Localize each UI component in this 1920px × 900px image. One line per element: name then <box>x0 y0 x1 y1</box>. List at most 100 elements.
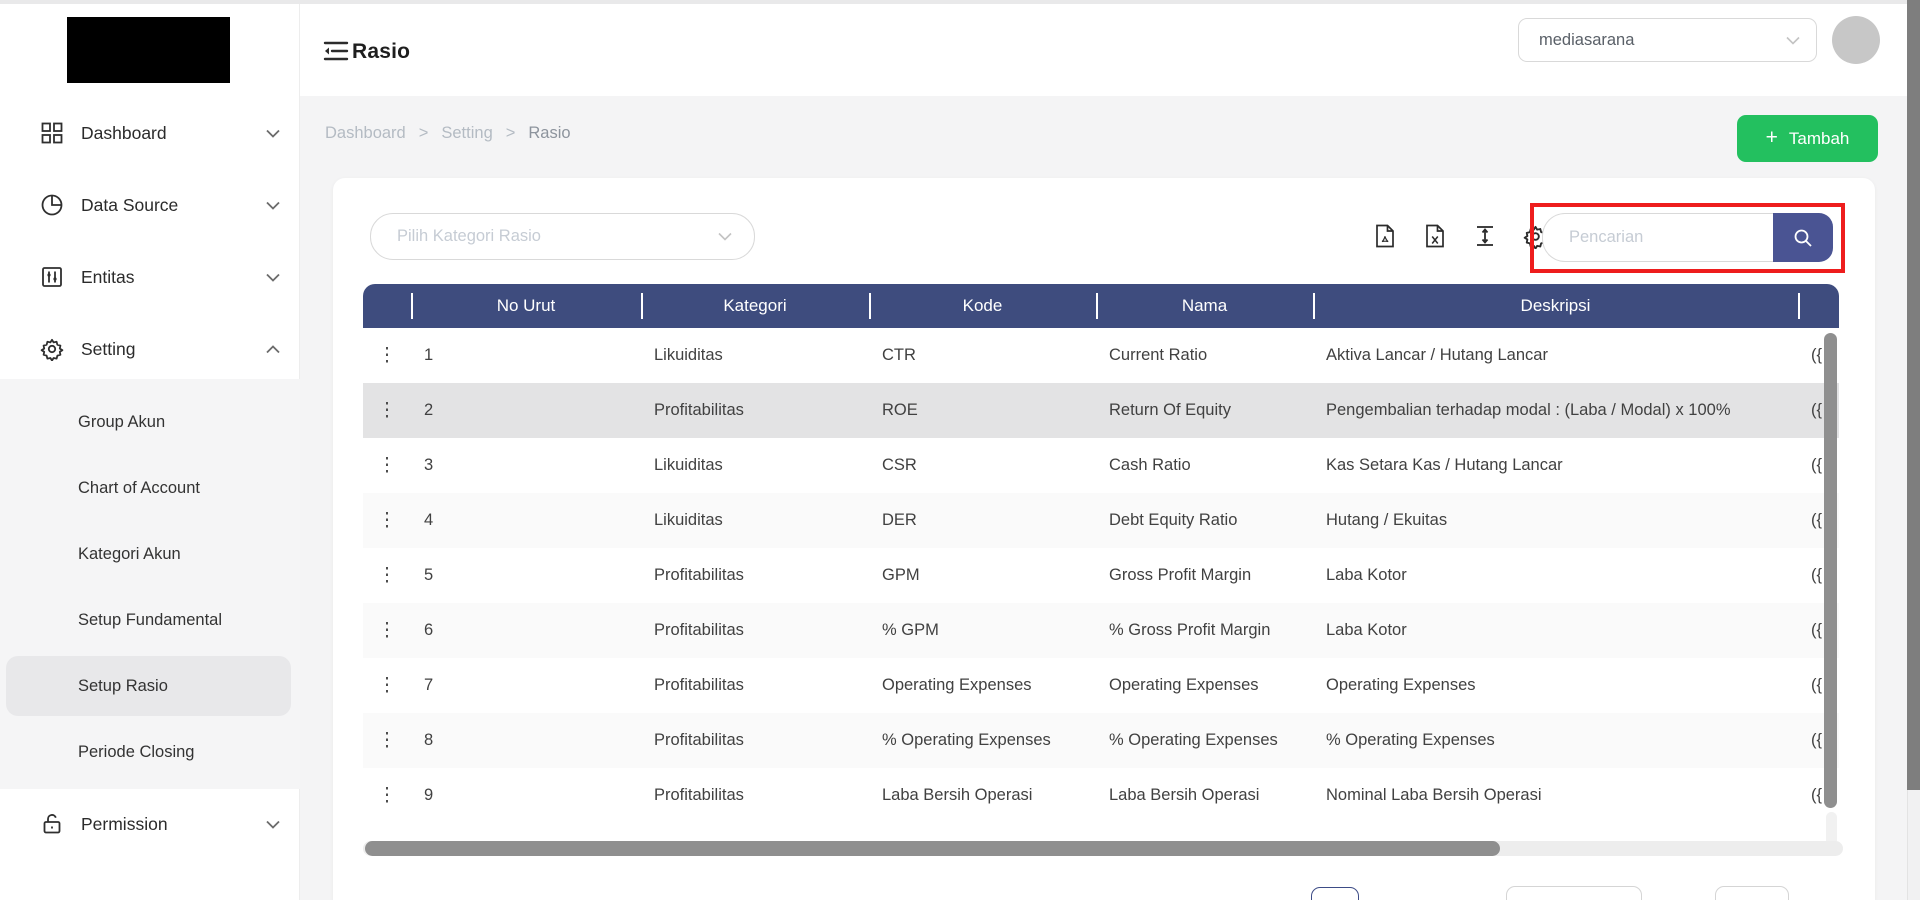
cell-nama: Laba Bersih Operasi <box>1096 768 1313 823</box>
sidebar-subitem-setup-fundamental[interactable]: Setup Fundamental <box>0 587 300 653</box>
sidebar-item-setting[interactable]: Setting <box>0 313 300 385</box>
cell-no-urut: 2 <box>411 383 641 438</box>
export-excel-icon[interactable] <box>1422 222 1448 250</box>
row-actions-kebab-icon[interactable]: ⋮ <box>372 397 403 424</box>
sidebar-item-label: Permission <box>81 814 266 835</box>
row-actions-kebab-icon[interactable]: ⋮ <box>372 507 403 534</box>
sidebar-subitem-group-akun[interactable]: Group Akun <box>0 389 300 455</box>
column-header-no-urut: No Urut <box>411 284 641 328</box>
table-header: No Urut Kategori Kode Nama Deskripsi <box>363 284 1839 328</box>
table-row[interactable]: ⋮ 8 Profitabilitas % Operating Expenses … <box>363 713 1839 768</box>
search-button[interactable] <box>1773 213 1833 262</box>
table-vertical-scrollbar[interactable] <box>1824 333 1837 808</box>
breadcrumb-current: Rasio <box>528 124 570 143</box>
table-row[interactable]: ⋮ 6 Profitabilitas % GPM % Gross Profit … <box>363 603 1839 658</box>
sidebar-subitem-kategori-akun[interactable]: Kategori Akun <box>0 521 300 587</box>
cell-nama: Debt Equity Ratio <box>1096 493 1313 548</box>
pagination-jump-box[interactable] <box>1715 886 1789 900</box>
sidebar-item-data-source[interactable]: Data Source <box>0 169 300 241</box>
cell-no-urut: 3 <box>411 438 641 493</box>
export-pdf-icon[interactable] <box>1372 222 1398 250</box>
column-header-kategori: Kategori <box>641 284 869 328</box>
table-row[interactable]: ⋮ 3 Likuiditas CSR Cash Ratio Kas Setara… <box>363 438 1839 493</box>
cell-kategori: Likuiditas <box>641 328 869 383</box>
cell-deskripsi: Laba Kotor <box>1313 548 1798 603</box>
cell-kategori: Profitabilitas <box>641 768 869 823</box>
sidebar-subitem-setup-rasio[interactable]: Setup Rasio <box>0 653 300 719</box>
app-screen: Dashboard Data Source <box>0 0 1920 900</box>
cell-nama: Gross Profit Margin <box>1096 548 1313 603</box>
rasio-table: No Urut Kategori Kode Nama Deskripsi ⋮ 1… <box>363 284 1839 823</box>
row-actions-kebab-icon[interactable]: ⋮ <box>372 452 403 479</box>
table-row[interactable]: ⋮ 2 Profitabilitas ROE Return Of Equity … <box>363 383 1839 438</box>
plus-icon: + <box>1766 126 1778 150</box>
gear-icon <box>40 337 64 361</box>
breadcrumb-separator: > <box>506 124 516 143</box>
cell-nama: Cash Ratio <box>1096 438 1313 493</box>
magnifier-icon <box>1792 227 1814 249</box>
lock-open-icon <box>40 812 64 836</box>
row-actions-kebab-icon[interactable]: ⋮ <box>372 617 403 644</box>
user-avatar[interactable] <box>1832 16 1880 64</box>
cell-kategori: Likuiditas <box>641 493 869 548</box>
row-actions-kebab-icon[interactable]: ⋮ <box>372 562 403 589</box>
cell-no-urut: 7 <box>411 658 641 713</box>
breadcrumb-link-dashboard[interactable]: Dashboard <box>325 124 406 143</box>
add-button[interactable]: + Tambah <box>1737 115 1878 162</box>
cell-no-urut: 6 <box>411 603 641 658</box>
cell-kode: CSR <box>869 438 1096 493</box>
chevron-down-icon <box>266 129 280 138</box>
table-row[interactable]: ⋮ 5 Profitabilitas GPM Gross Profit Marg… <box>363 548 1839 603</box>
sidebar-subitem-periode-closing[interactable]: Periode Closing <box>0 719 300 785</box>
cell-nama: Return Of Equity <box>1096 383 1313 438</box>
page-title: Rasio <box>352 40 410 64</box>
table-row[interactable]: ⋮ 4 Likuiditas DER Debt Equity Ratio Hut… <box>363 493 1839 548</box>
chevron-down-icon <box>266 201 280 210</box>
category-filter-select[interactable]: Pilih Kategori Rasio <box>370 213 755 260</box>
table-row[interactable]: ⋮ 1 Likuiditas CTR Current Ratio Aktiva … <box>363 328 1839 383</box>
breadcrumb-row: Dashboard > Setting > Rasio + Tambah <box>300 96 1920 178</box>
breadcrumb-link-setting[interactable]: Setting <box>441 124 492 143</box>
sidebar-item-dashboard[interactable]: Dashboard <box>0 97 300 169</box>
sidebar-item-label: Setting <box>81 339 266 360</box>
column-header-actions <box>363 284 411 328</box>
cell-kode: % GPM <box>869 603 1096 658</box>
row-actions-kebab-icon[interactable]: ⋮ <box>372 672 403 699</box>
cell-no-urut: 4 <box>411 493 641 548</box>
cell-no-urut: 9 <box>411 768 641 823</box>
breadcrumb: Dashboard > Setting > Rasio <box>325 124 571 143</box>
row-actions-kebab-icon[interactable]: ⋮ <box>372 782 403 809</box>
sidebar-item-label: Dashboard <box>81 123 266 144</box>
sidebar-item-label: Data Source <box>81 195 266 216</box>
column-header-formula <box>1798 284 1839 328</box>
setting-submenu: Group AkunChart of AccountKategori AkunS… <box>0 379 300 789</box>
dashboard-grid-icon <box>40 121 64 145</box>
sidebar-item-permission[interactable]: Permission <box>0 788 300 860</box>
search-input[interactable] <box>1542 213 1773 262</box>
page-scrollbar[interactable] <box>1907 0 1920 790</box>
pagination-current-page-button[interactable] <box>1311 887 1359 900</box>
chevron-down-icon <box>1786 36 1800 45</box>
sidebar-fold-icon[interactable] <box>322 37 350 65</box>
table-body: ⋮ 1 Likuiditas CTR Current Ratio Aktiva … <box>363 328 1839 823</box>
text-height-icon[interactable] <box>1472 222 1498 250</box>
cell-deskripsi: % Operating Expenses <box>1313 713 1798 768</box>
window-top-edge <box>0 0 1920 4</box>
pagination-page-size-select[interactable] <box>1506 886 1642 900</box>
cell-deskripsi: Pengembalian terhadap modal : (Laba / Mo… <box>1313 383 1798 438</box>
cell-kategori: Profitabilitas <box>641 658 869 713</box>
cell-no-urut: 8 <box>411 713 641 768</box>
tenant-select[interactable]: mediasarana <box>1518 18 1817 62</box>
cell-kategori: Profitabilitas <box>641 603 869 658</box>
chevron-up-icon <box>266 345 280 354</box>
sidebar-subitem-chart-of-account[interactable]: Chart of Account <box>0 455 300 521</box>
table-row[interactable]: ⋮ 9 Profitabilitas Laba Bersih Operasi L… <box>363 768 1839 823</box>
cell-deskripsi: Nominal Laba Bersih Operasi <box>1313 768 1798 823</box>
table-horizontal-scrollbar[interactable] <box>365 841 1500 856</box>
column-header-nama: Nama <box>1096 284 1313 328</box>
table-row[interactable]: ⋮ 7 Profitabilitas Operating Expenses Op… <box>363 658 1839 713</box>
sidebar-item-entitas[interactable]: Entitas <box>0 241 300 313</box>
row-actions-kebab-icon[interactable]: ⋮ <box>372 342 403 369</box>
row-actions-kebab-icon[interactable]: ⋮ <box>372 727 403 754</box>
category-filter-placeholder: Pilih Kategori Rasio <box>397 227 718 246</box>
